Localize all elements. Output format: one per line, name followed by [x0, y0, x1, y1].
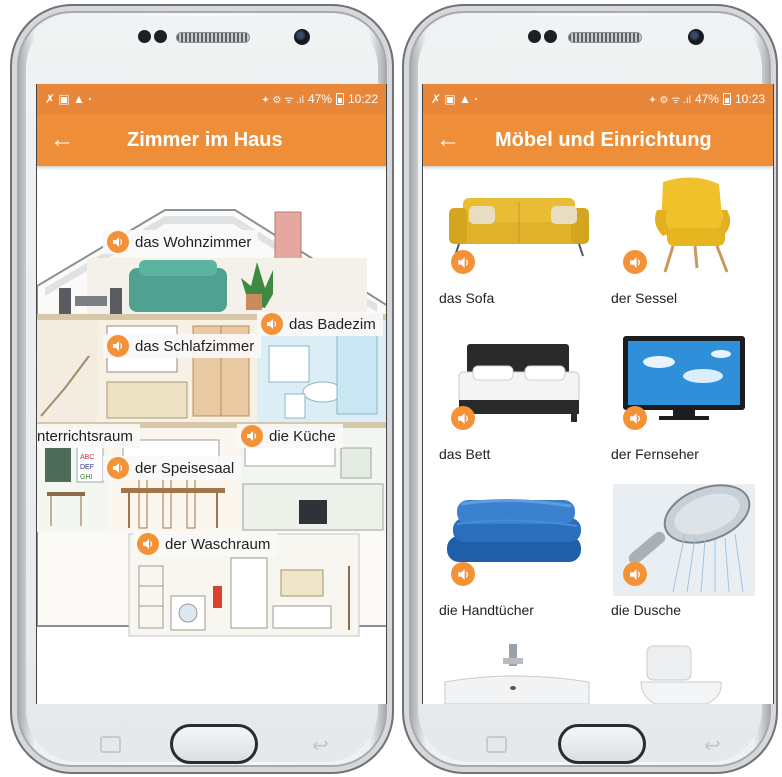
item-label: die Dusche — [611, 602, 682, 618]
speaker-icon[interactable] — [241, 425, 263, 447]
battery-percent: 47% — [307, 92, 332, 106]
room-label-text: die Küche — [269, 427, 336, 445]
home-button[interactable] — [558, 724, 646, 764]
back-arrow-icon[interactable]: ← — [423, 126, 473, 154]
status-left-icons: ✗ ▣ ▲ · — [45, 92, 92, 106]
system-icons: ✦ ⚙ ᯤ .ıl — [648, 95, 691, 106]
right-screen: ✗ ▣ ▲ · ✦ ⚙ ᯤ .ıl 47% 10:23 ← Möbel und … — [422, 84, 774, 704]
item-label: das Sofa — [439, 290, 495, 306]
speaker-icon[interactable] — [623, 562, 647, 586]
system-icons: ✦ ⚙ ᯤ .ıl — [261, 95, 304, 106]
earpiece-speaker — [176, 32, 250, 43]
room-label-speisesaal[interactable]: der Speisesaal — [103, 456, 242, 480]
room-label-text: das Badezim — [289, 315, 376, 333]
item-tile-dusche[interactable]: die Dusche — [611, 484, 773, 634]
item-tile-waschbecken[interactable] — [439, 640, 603, 704]
back-arrow-icon[interactable]: ← — [37, 126, 87, 154]
room-label-badezimmer[interactable]: das Badezim — [257, 312, 383, 336]
svg-text:GHI: GHI — [80, 474, 93, 481]
room-label-text: der Speisesaal — [135, 459, 235, 477]
status-left-icons: ✗ ▣ ▲ · — [431, 92, 478, 106]
recent-apps-icon[interactable] — [486, 736, 507, 753]
earpiece-speaker — [568, 32, 642, 43]
item-tile-bett[interactable]: das Bett — [439, 328, 603, 478]
speaker-icon[interactable] — [451, 562, 475, 586]
item-label: der Fernseher — [611, 446, 699, 462]
page-title: Möbel und Einrichtung — [495, 128, 712, 151]
svg-text:ABC: ABC — [80, 454, 94, 461]
room-label-text: das Wohnzimmer — [135, 233, 252, 251]
recent-apps-icon[interactable] — [100, 736, 121, 753]
room-label-kueche[interactable]: die Küche — [237, 424, 343, 448]
item-grid: das Sofa der Sessel das Bett der Fernseh… — [423, 166, 773, 704]
battery-percent: 47% — [694, 92, 719, 106]
status-bar: ✗ ▣ ▲ · ✦ ⚙ ᯤ .ıl 47% 10:23 — [423, 84, 773, 114]
item-tile-handtuecher[interactable]: die Handtücher — [439, 484, 603, 634]
left-screen: ✗ ▣ ▲ · ✦ ⚙ ᯤ .ıl 47% 10:22 ← Zimmer im … — [36, 84, 387, 704]
battery-icon — [722, 93, 731, 105]
item-label: der Sessel — [611, 290, 678, 306]
back-icon[interactable]: ↩ — [704, 733, 721, 758]
speaker-icon[interactable] — [623, 406, 647, 430]
speaker-icon[interactable] — [623, 250, 647, 274]
speaker-icon[interactable] — [107, 231, 129, 253]
toilet-image — [640, 645, 722, 704]
item-tile-toilette[interactable] — [611, 640, 773, 704]
item-label: die Handtücher — [439, 602, 534, 618]
front-camera — [688, 29, 704, 45]
hardware-nav: ↩ — [404, 724, 776, 766]
speaker-icon[interactable] — [261, 313, 283, 335]
room-label-text: nterrichtsraum — [37, 427, 133, 445]
status-right-icons: ✦ ⚙ ᯤ .ıl 47% 10:23 — [648, 92, 765, 106]
notification-icons: ✗ ▣ ▲ · — [431, 92, 479, 106]
status-bar: ✗ ▣ ▲ · ✦ ⚙ ᯤ .ıl 47% 10:22 — [37, 84, 386, 114]
room-label-schlafzimmer[interactable]: das Schlafzimmer — [103, 334, 262, 358]
page-title: Zimmer im Haus — [127, 128, 283, 151]
clock: 10:22 — [347, 92, 378, 106]
right-phone: ✗ ▣ ▲ · ✦ ⚙ ᯤ .ıl 47% 10:23 ← Möbel und … — [402, 4, 778, 774]
svg-text:DEF: DEF — [80, 464, 94, 471]
app-bar: ← Zimmer im Haus — [37, 114, 386, 166]
left-phone: ✗ ▣ ▲ · ✦ ⚙ ᯤ .ıl 47% 10:22 ← Zimmer im … — [10, 4, 394, 774]
sensor-dots — [138, 30, 170, 44]
room-label-unterrichtsraum[interactable]: nterrichtsraum — [37, 424, 140, 448]
front-camera — [294, 29, 310, 45]
notification-icons: ✗ ▣ ▲ · — [45, 92, 93, 106]
speaker-icon[interactable] — [451, 250, 475, 274]
home-button[interactable] — [170, 724, 258, 764]
speaker-icon[interactable] — [107, 335, 129, 357]
app-bar: ← Möbel und Einrichtung — [423, 114, 773, 166]
item-tile-sessel[interactable]: der Sessel — [611, 172, 773, 322]
speaker-icon[interactable] — [137, 533, 159, 555]
hardware-nav: ↩ — [12, 724, 392, 766]
status-right-icons: ✦ ⚙ ᯤ .ıl 47% 10:22 — [261, 92, 378, 106]
clock: 10:23 — [734, 92, 765, 106]
room-label-text: das Schlafzimmer — [135, 337, 255, 355]
item-label: das Bett — [439, 446, 491, 462]
battery-icon — [335, 93, 344, 105]
item-tile-fernseher[interactable]: der Fernseher — [611, 328, 773, 478]
back-icon[interactable]: ↩ — [312, 733, 329, 758]
room-label-wohnzimmer[interactable]: das Wohnzimmer — [103, 230, 259, 254]
sensor-dots — [528, 30, 560, 44]
speaker-icon[interactable] — [451, 406, 475, 430]
speaker-icon[interactable] — [107, 457, 129, 479]
house-illustration: ABC DEF GHI das Wohnzimmer das Badezim d… — [37, 166, 386, 704]
room-label-waschraum[interactable]: der Waschraum — [133, 532, 278, 556]
room-label-text: der Waschraum — [165, 535, 271, 553]
item-tile-sofa[interactable]: das Sofa — [439, 172, 603, 322]
sink-image — [444, 644, 590, 704]
